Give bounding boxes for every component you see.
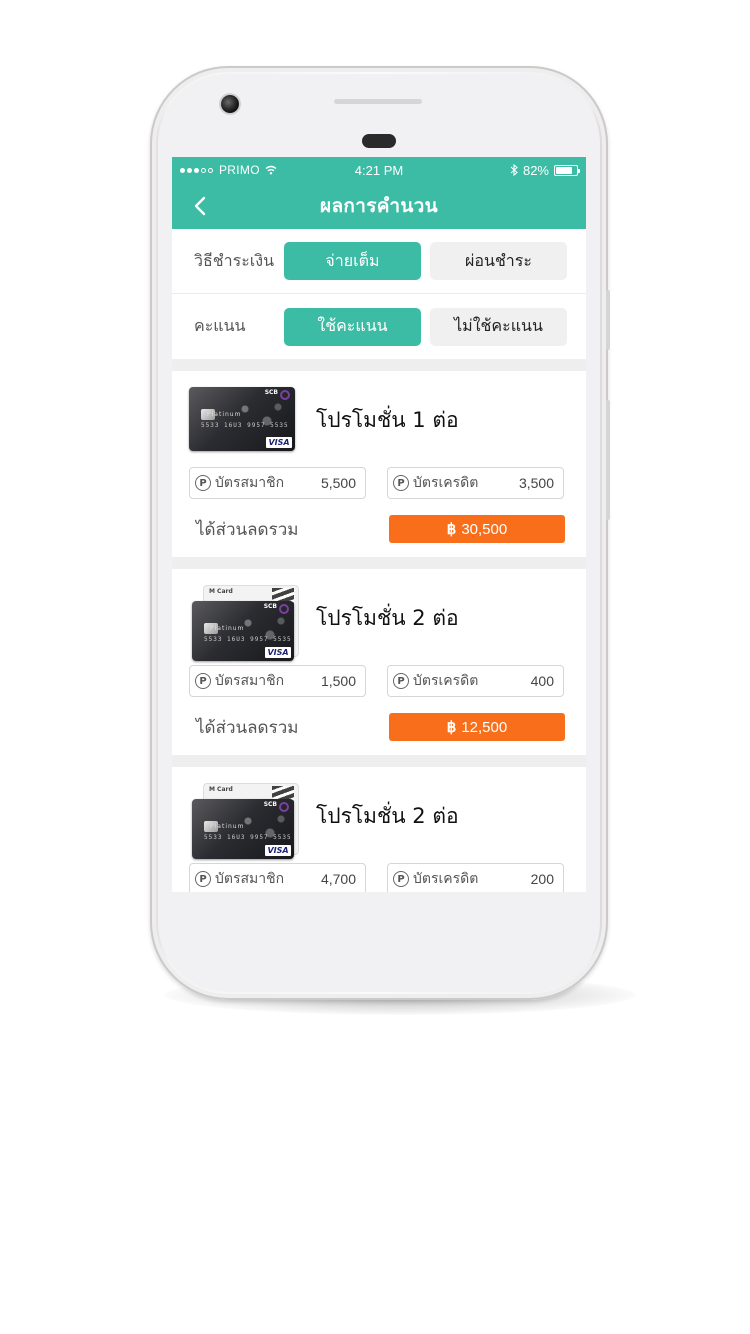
member-card-label: บัตรสมาชิก (215, 871, 285, 887)
card-tier-text: Platinum (207, 411, 242, 418)
total-discount-label: ได้ส่วนลดรวม (196, 519, 299, 540)
card-tier-text: Platinum (210, 823, 245, 830)
chevron-left-icon (194, 196, 206, 216)
points-icon: P (393, 475, 409, 491)
promo-card[interactable]: SCB Platinum 5533 16U3 9957 5535 VISA โป… (172, 371, 586, 557)
scb-platinum-card: SCB Platinum 5533 16U3 9957 5535 VISA (189, 387, 295, 451)
card-tier-text: Platinum (210, 625, 245, 632)
promo-header: M Card SCB Platinum 5533 16U3 9957 5535 … (189, 781, 564, 859)
front-camera-icon (221, 95, 239, 113)
credit-points-box: P บัตรเครดิต 400 (387, 665, 564, 697)
back-button[interactable] (190, 196, 210, 216)
member-card-points: 1,500 (320, 673, 356, 689)
phone-side-button (606, 290, 610, 350)
total-discount-value: 30,500 (461, 520, 508, 538)
card-brand-text: SCB (263, 603, 277, 610)
points-icon: P (195, 871, 211, 887)
points-breakdown: P บัตรสมาชิก 4,700 P บัตรเครดิต 200 (189, 863, 564, 892)
credit-card-label: บัตรเครดิต (413, 475, 479, 491)
baht-icon: ฿ (446, 719, 457, 736)
phone-screen: PRIMO 4:21 PM 82% ผลการคำนวน วิธีชำระเงิ… (172, 157, 586, 892)
member-points-box: P บัตรสมาชิก 5,500 (189, 467, 366, 499)
sensor-strip (334, 99, 422, 104)
promo-card[interactable]: M Card SCB Platinum 5533 16U3 9957 5535 … (172, 767, 586, 892)
promo-card[interactable]: M Card SCB Platinum 5533 16U3 9957 5535 … (172, 569, 586, 755)
promo-title: โปรโมชั่น 2 ต่อ (316, 803, 459, 828)
member-card-points: 5,500 (320, 475, 356, 491)
scb-platinum-card: SCB Platinum 5533 16U3 9957 5535 VISA (192, 799, 294, 859)
m-card-label: M Card (209, 786, 233, 793)
total-discount-value: 12,500 (461, 718, 508, 736)
earpiece-speaker (362, 134, 396, 148)
credit-card-label: บัตรเครดิต (413, 871, 479, 887)
points-icon: P (195, 673, 211, 689)
total-discount-row: ได้ส่วนลดรวม ฿ 30,500 (189, 515, 565, 543)
m-card-label: M Card (209, 588, 233, 595)
payment-method-row: วิธีชำระเงิน จ่ายเต็ม ผ่อนชำระ (172, 229, 586, 294)
points-icon: P (393, 673, 409, 689)
credit-card-points: 200 (530, 871, 554, 887)
status-time: 4:21 PM (354, 162, 404, 178)
phone-volume-button (606, 400, 610, 520)
status-bar: PRIMO 4:21 PM 82% (172, 157, 586, 183)
card-number-text: 5533 16U3 9957 5535 (204, 636, 292, 643)
nav-bar: ผลการคำนวน (172, 183, 586, 229)
options-panel: วิธีชำระเงิน จ่ายเต็ม ผ่อนชำระ คะแนน ใช้… (172, 229, 586, 359)
total-discount-badge: ฿ 30,500 (389, 515, 565, 543)
points-label: คะแนน (194, 316, 246, 335)
member-card-label: บัตรสมาชิก (215, 673, 285, 689)
promo-title: โปรโมชั่น 2 ต่อ (316, 605, 459, 630)
credit-points-box: P บัตรเครดิต 3,500 (387, 467, 564, 499)
visa-logo-icon: VISA (265, 647, 291, 658)
credit-card-points: 400 (530, 673, 554, 689)
use-points-button[interactable]: ใช้คะแนน (284, 307, 421, 346)
points-icon: P (195, 475, 211, 491)
credit-card-points: 3,500 (518, 475, 554, 491)
credit-card-image: M Card SCB Platinum 5533 16U3 9957 5535 … (189, 585, 299, 661)
credit-card-image: M Card SCB Platinum 5533 16U3 9957 5535 … (189, 783, 299, 859)
member-card-label: บัตรสมาชิก (215, 475, 285, 491)
promo-title: โปรโมชั่น 1 ต่อ (316, 407, 459, 432)
full-payment-button[interactable]: จ่ายเต็ม (284, 242, 421, 280)
battery-icon (554, 164, 580, 176)
baht-icon: ฿ (446, 521, 457, 538)
member-points-box: P บัตรสมาชิก 4,700 (189, 863, 366, 892)
payment-method-label: วิธีชำระเงิน (194, 250, 274, 270)
card-brand-text: SCB (264, 389, 278, 396)
member-points-box: P บัตรสมาชิก 1,500 (189, 665, 366, 697)
member-card-points: 4,700 (320, 871, 356, 887)
promo-header: M Card SCB Platinum 5533 16U3 9957 5535 … (189, 583, 564, 661)
total-discount-badge: ฿ 12,500 (389, 713, 565, 741)
no-points-button[interactable]: ไม่ใช้คะแนน (430, 307, 567, 346)
scb-platinum-card: SCB Platinum 5533 16U3 9957 5535 VISA (192, 601, 294, 661)
card-brand-text: SCB (263, 801, 277, 808)
credit-card-image: SCB Platinum 5533 16U3 9957 5535 VISA (189, 387, 299, 453)
total-discount-row: ได้ส่วนลดรวม ฿ 12,500 (189, 713, 565, 741)
page-title: ผลการคำนวน (320, 195, 438, 217)
card-number-text: 5533 16U3 9957 5535 (201, 422, 289, 429)
total-discount-label: ได้ส่วนลดรวม (196, 717, 299, 738)
visa-logo-icon: VISA (266, 437, 292, 448)
installment-button[interactable]: ผ่อนชำระ (430, 242, 567, 280)
battery-level-fill (556, 166, 573, 174)
visa-logo-icon: VISA (265, 845, 291, 856)
points-breakdown: P บัตรสมาชิก 1,500 P บัตรเครดิต 400 (189, 665, 564, 697)
credit-points-box: P บัตรเครดิต 200 (387, 863, 564, 892)
card-number-text: 5533 16U3 9957 5535 (204, 834, 292, 841)
points-row: คะแนน ใช้คะแนน ไม่ใช้คะแนน (172, 294, 586, 359)
stage: PRIMO 4:21 PM 82% ผลการคำนวน วิธีชำระเงิ… (0, 0, 750, 1334)
credit-card-label: บัตรเครดิต (413, 673, 479, 689)
promo-header: SCB Platinum 5533 16U3 9957 5535 VISA โป… (189, 385, 564, 455)
points-icon: P (393, 871, 409, 887)
points-breakdown: P บัตรสมาชิก 5,500 P บัตรเครดิต 3,500 (189, 467, 564, 499)
